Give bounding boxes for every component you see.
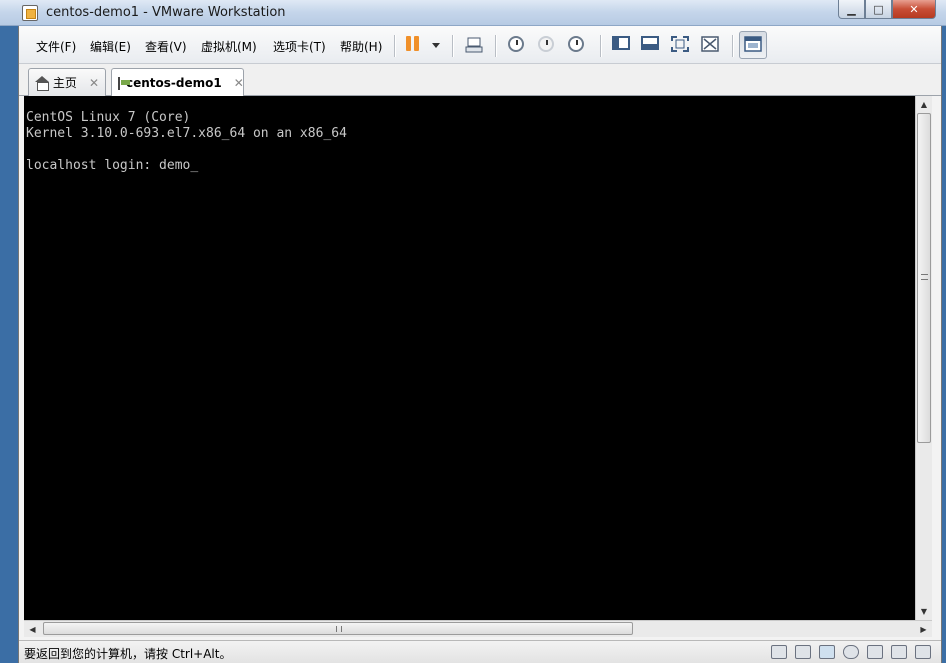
toolbar-separator [600,35,601,57]
console-line: Kernel 3.10.0-693.el7.x86_64 on an x86_6… [26,126,347,141]
window-title: centos-demo1 - VMware Workstation [46,5,286,20]
title-bar[interactable]: centos-demo1 - VMware Workstation ▁ □ ✕ [0,0,946,26]
main-frame: 文件(F) 编辑(E) 查看(V) 虚拟机(M) 选项卡(T) 帮助(H) 主页… [18,26,942,663]
horizontal-scrollbar[interactable]: ◀ ▶ [24,620,932,637]
tab-label: centos-demo1 [126,76,222,90]
vertical-scrollbar[interactable]: ▲ ▼ [915,96,932,620]
tab-centos-demo1[interactable]: centos-demo1 ✕ [111,68,244,97]
console-line: localhost login: demo [26,158,191,173]
minimize-button[interactable]: ▁ [838,0,865,19]
scroll-down-icon[interactable]: ▼ [916,603,932,620]
device-icons [771,645,931,659]
tab-home[interactable]: 主页 ✕ [28,68,106,96]
thumbnail-bar-icon[interactable] [641,36,661,54]
vm-console[interactable]: CentOS Linux 7 (Core) Kernel 3.10.0-693.… [24,96,915,620]
tab-label: 主页 [52,76,77,90]
home-icon [35,76,49,91]
vertical-scroll-thumb[interactable] [917,113,931,443]
vmware-window: centos-demo1 - VMware Workstation ▁ □ ✕ … [0,0,946,663]
maximize-button[interactable]: □ [865,0,892,19]
snapshot-take-icon[interactable] [508,36,528,54]
horizontal-scroll-thumb[interactable] [43,622,633,635]
close-icon[interactable]: ✕ [89,76,99,90]
toolbar-separator [452,35,453,57]
vm-icon [118,76,130,90]
menu-view[interactable]: 查看(V) [145,38,187,55]
snapshot-revert-icon [538,36,558,54]
printer-icon[interactable] [891,645,907,659]
status-message: 要返回到您的计算机，请按 Ctrl+Alt。 [24,647,232,661]
show-library-icon[interactable] [612,36,632,54]
toolbar-separator [732,35,733,57]
scroll-left-icon[interactable]: ◀ [24,621,41,637]
menu-tabs[interactable]: 选项卡(T) [273,38,326,55]
console-line: CentOS Linux 7 (Core) [26,110,191,125]
pause-icon[interactable] [406,36,426,54]
console-output: CentOS Linux 7 (Core) Kernel 3.10.0-693.… [24,96,915,174]
full-screen-icon[interactable] [671,36,691,54]
menu-edit[interactable]: 编辑(E) [90,38,131,55]
menu-file[interactable]: 文件(F) [36,38,76,55]
display-icon[interactable] [915,645,931,659]
network-icon[interactable] [819,645,835,659]
close-icon[interactable]: ✕ [234,76,244,90]
vmware-app-icon [22,5,38,21]
cd-drive-icon[interactable] [795,645,811,659]
window-controls: ▁ □ ✕ [838,0,936,20]
dropdown-arrow-icon[interactable] [432,43,452,61]
tab-bar: 主页 ✕ centos-demo1 ✕ [19,64,941,97]
menu-vm[interactable]: 虚拟机(M) [201,38,257,55]
console-cursor: _ [190,158,199,173]
menu-toolbar: 文件(F) 编辑(E) 查看(V) 虚拟机(M) 选项卡(T) 帮助(H) [19,26,941,64]
usb-icon[interactable] [843,645,859,659]
toolbar-separator [394,35,395,57]
sound-icon[interactable] [867,645,883,659]
status-bar: 要返回到您的计算机，请按 Ctrl+Alt。 [19,640,941,663]
scroll-up-icon[interactable]: ▲ [916,96,932,113]
send-ctrl-alt-del-icon[interactable] [465,36,485,54]
scroll-right-icon[interactable]: ▶ [915,621,932,637]
snapshot-manager-icon[interactable] [568,36,588,54]
close-button[interactable]: ✕ [892,0,936,19]
console-view-icon [744,36,764,54]
toolbar-separator [495,35,496,57]
menu-help[interactable]: 帮助(H) [340,38,382,55]
unity-icon[interactable] [701,36,721,54]
hard-disk-icon[interactable] [771,645,787,659]
